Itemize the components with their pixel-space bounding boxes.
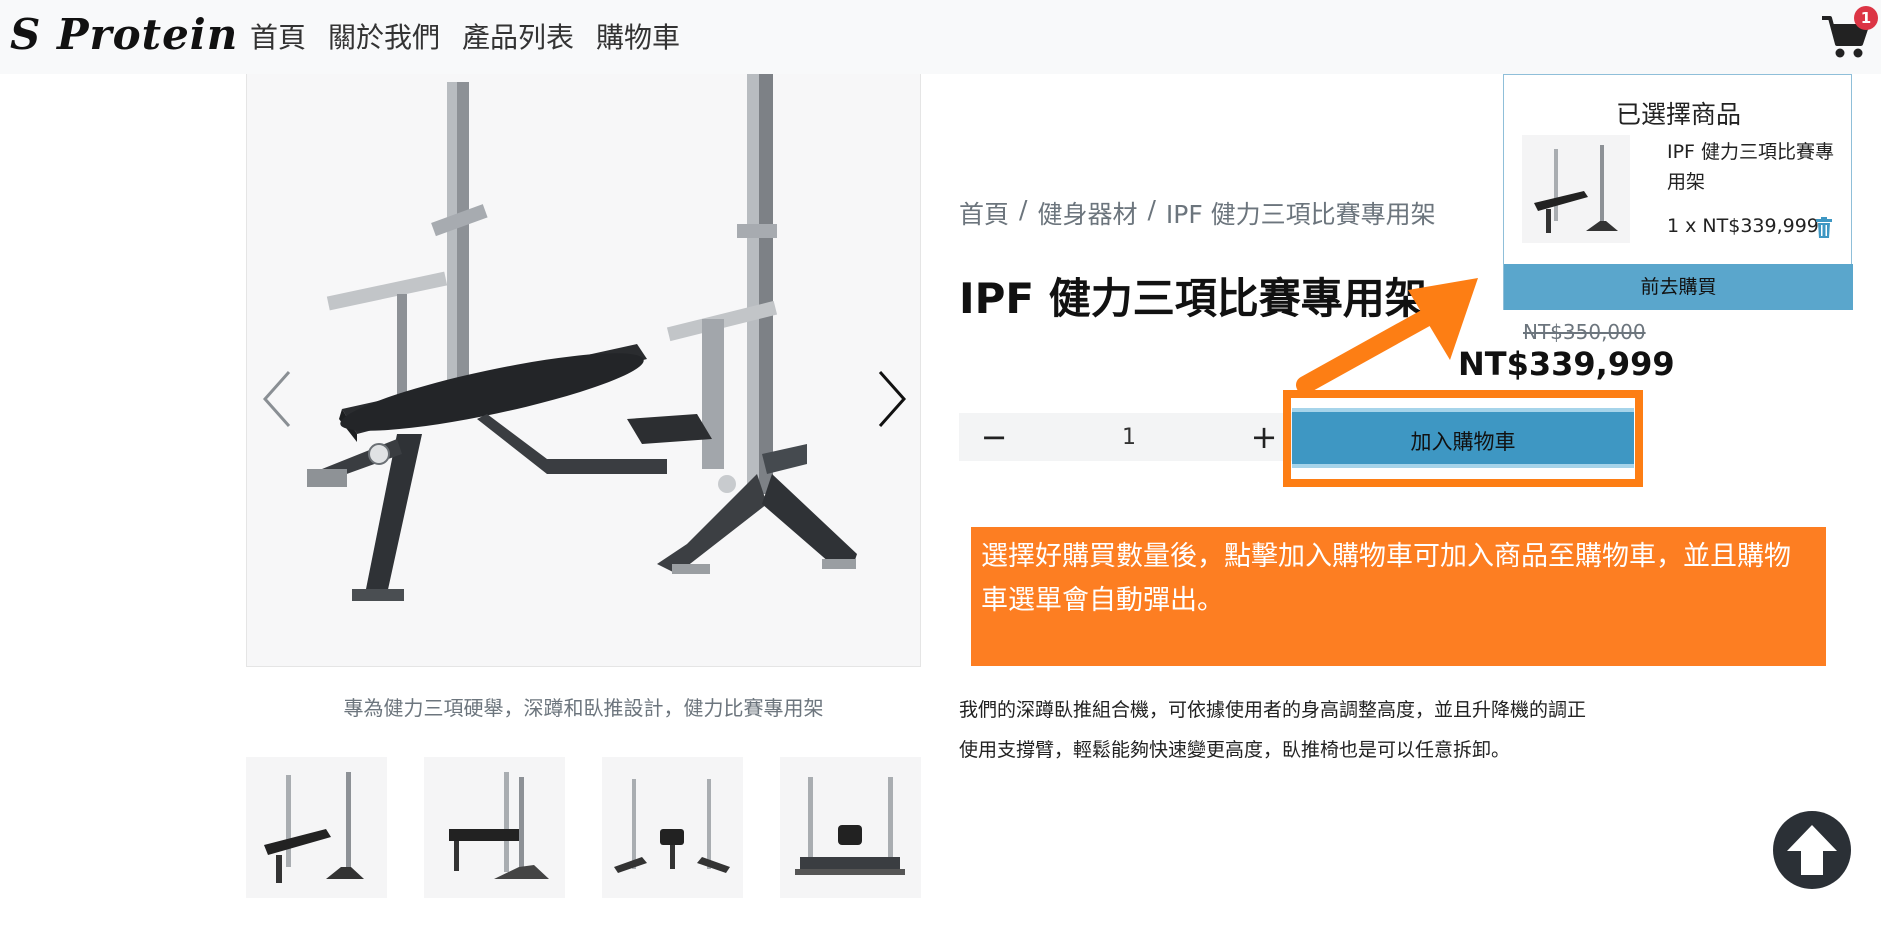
quantity-input[interactable]: [1069, 424, 1189, 450]
thumbnail-3[interactable]: [602, 757, 743, 898]
quantity-decrease-button[interactable]: −: [979, 418, 1009, 456]
nav-links: 首頁 關於我們 產品列表 購物車: [250, 16, 680, 56]
breadcrumb: 首頁 / 健身器材 / IPF 健力三項比賽專用架: [959, 195, 1436, 231]
sale-price: NT$339,999: [1458, 345, 1675, 383]
annotation-arrow-icon: [1296, 278, 1478, 394]
chevron-left-icon: [262, 371, 291, 427]
breadcrumb-separator: /: [1019, 195, 1028, 224]
nav-link-home[interactable]: 首頁: [250, 16, 306, 56]
thumbnail-4[interactable]: [780, 757, 921, 898]
quantity-stepper: − +: [959, 413, 1299, 461]
cart-item-name: IPF 健力三項比賽專用架: [1667, 141, 1835, 193]
thumbnail-2[interactable]: [424, 757, 565, 898]
add-to-cart-button[interactable]: 加入購物車: [1292, 408, 1634, 468]
chevron-right-icon: [878, 371, 907, 427]
checkout-button[interactable]: 前去購買: [1504, 264, 1853, 310]
product-main-image: [246, 74, 921, 667]
nav-link-products[interactable]: 產品列表: [462, 16, 574, 56]
carousel-prev-button[interactable]: [257, 364, 297, 434]
cart-count-badge: 1: [1854, 6, 1878, 30]
trash-icon[interactable]: [1815, 217, 1833, 239]
quantity-increase-button[interactable]: +: [1249, 418, 1279, 456]
carousel-next-button[interactable]: [872, 364, 912, 434]
nav-link-about[interactable]: 關於我們: [328, 16, 440, 56]
cart-item-thumbnail: [1522, 135, 1630, 243]
navbar: S Protein 首頁 關於我們 產品列表 購物車: [0, 0, 1881, 74]
arrow-up-icon: [1787, 825, 1837, 875]
breadcrumb-current: IPF 健力三項比賽專用架: [1165, 200, 1436, 229]
breadcrumb-home[interactable]: 首頁: [959, 195, 1009, 231]
description-line: 我們的深蹲臥推組合機，可依據使用者的身高調整高度，並且升降機的調正: [959, 699, 1587, 721]
cart-item-price: 1 x NT$339,999: [1667, 215, 1819, 237]
brand-logo[interactable]: S Protein: [10, 10, 238, 59]
instruction-notice: 選擇好購買數量後，點擊加入購物車可加入商品至購物車，並且購物車選單會自動彈出。: [971, 527, 1826, 666]
scroll-to-top-button[interactable]: [1773, 811, 1851, 889]
cart-dropdown-title: 已選擇商品: [1615, 100, 1741, 129]
breadcrumb-separator: /: [1147, 195, 1156, 224]
product-caption: 專為健力三項硬舉，深蹲和臥推設計，健力比賽專用架: [343, 696, 824, 720]
cart-dropdown: 已選擇商品 IPF 健力三項比賽專用架 1 x NT$339,999 前去購買: [1503, 74, 1853, 310]
nav-link-cart[interactable]: 購物車: [596, 16, 680, 56]
description-line: 使用支撐臂，輕鬆能夠快速變更高度，臥推椅也是可以任意拆卸。: [959, 739, 1511, 761]
product-description: 我們的深蹲臥推組合機，可依據使用者的身高調整高度，並且升降機的調正 使用支撐臂，…: [959, 690, 1679, 770]
original-price: NT$350,000: [1523, 320, 1646, 344]
thumbnail-strip: [246, 757, 921, 898]
squat-bench-rack-image: [307, 74, 857, 601]
breadcrumb-category[interactable]: 健身器材: [1037, 195, 1137, 231]
thumbnail-1[interactable]: [246, 757, 387, 898]
